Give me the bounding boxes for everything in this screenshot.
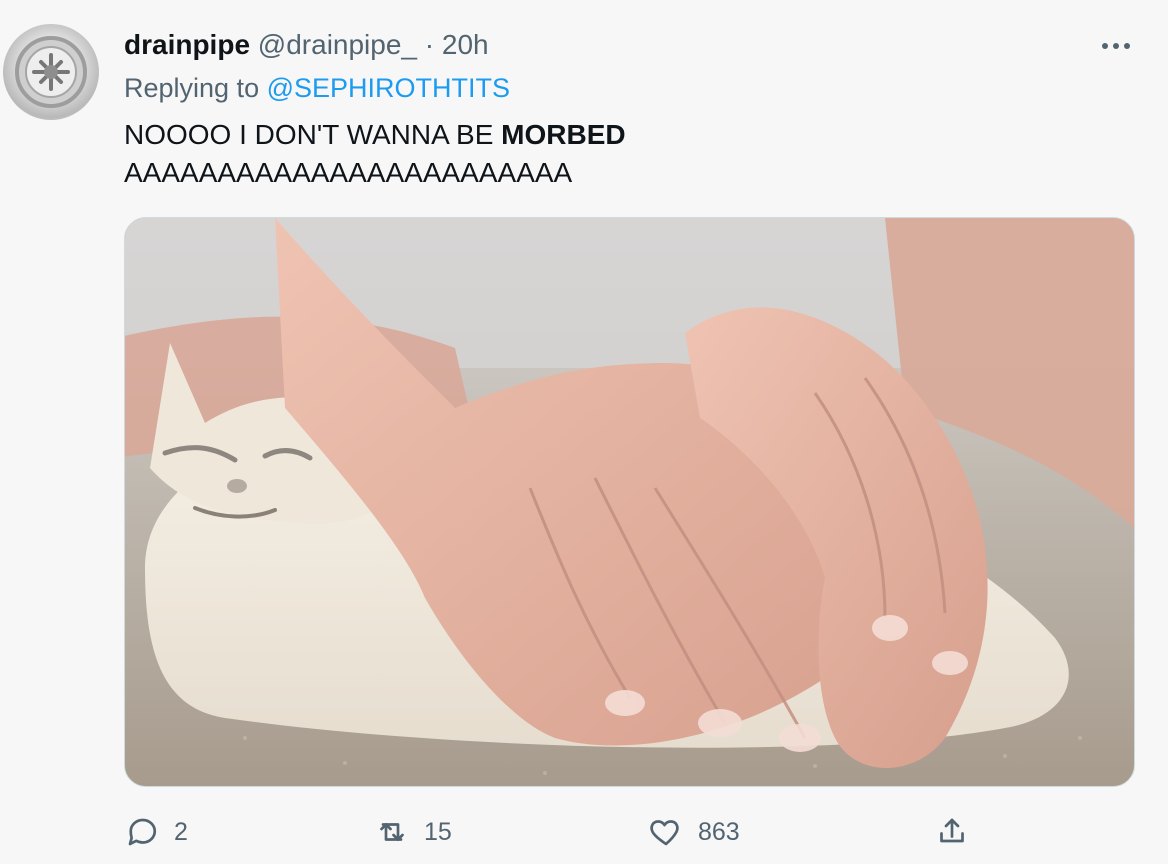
tweet-actions: 2 15 863 (124, 808, 1134, 856)
share-icon (934, 814, 970, 850)
retweet-icon (374, 814, 410, 850)
like-button[interactable]: 863 (648, 808, 740, 856)
retweet-button[interactable]: 15 (374, 808, 452, 856)
reply-context: Replying to @SEPHIROTHTITS (124, 72, 510, 104)
cat-dough-image (125, 218, 1134, 786)
reply-button[interactable]: 2 (124, 808, 188, 856)
tweet-text-line1: NOOOO I DON'T WANNA BE (124, 119, 502, 150)
user-handle[interactable]: @drainpipe_ (258, 29, 417, 60)
share-button[interactable] (934, 808, 984, 856)
reply-prefix: Replying to (124, 73, 260, 103)
reply-count: 2 (174, 817, 188, 846)
tweet-image[interactable] (124, 217, 1135, 787)
tweet-text-bold: MORBED (501, 119, 626, 150)
tweet-text: NOOOO I DON'T WANNA BE MORBED AAAAAAAAAA… (124, 116, 626, 192)
tweet-header: drainpipe @drainpipe_ · 20h (124, 28, 489, 62)
more-horizontal-icon[interactable] (1098, 28, 1134, 62)
avatar[interactable] (3, 24, 99, 120)
like-count: 863 (698, 817, 740, 846)
reply-icon (124, 814, 160, 850)
heart-icon (648, 814, 684, 850)
drain-icon (15, 36, 87, 108)
display-name[interactable]: drainpipe (124, 29, 250, 60)
separator-dot: · (424, 29, 435, 60)
retweet-count: 15 (424, 817, 452, 846)
more-dots-icon (1102, 43, 1130, 49)
tweet-time[interactable]: 20h (442, 29, 489, 60)
reply-mention-link[interactable]: @SEPHIROTHTITS (267, 73, 510, 103)
tweet-text-line2: AAAAAAAAAAAAAAAAAAAAAAAA (124, 157, 573, 188)
